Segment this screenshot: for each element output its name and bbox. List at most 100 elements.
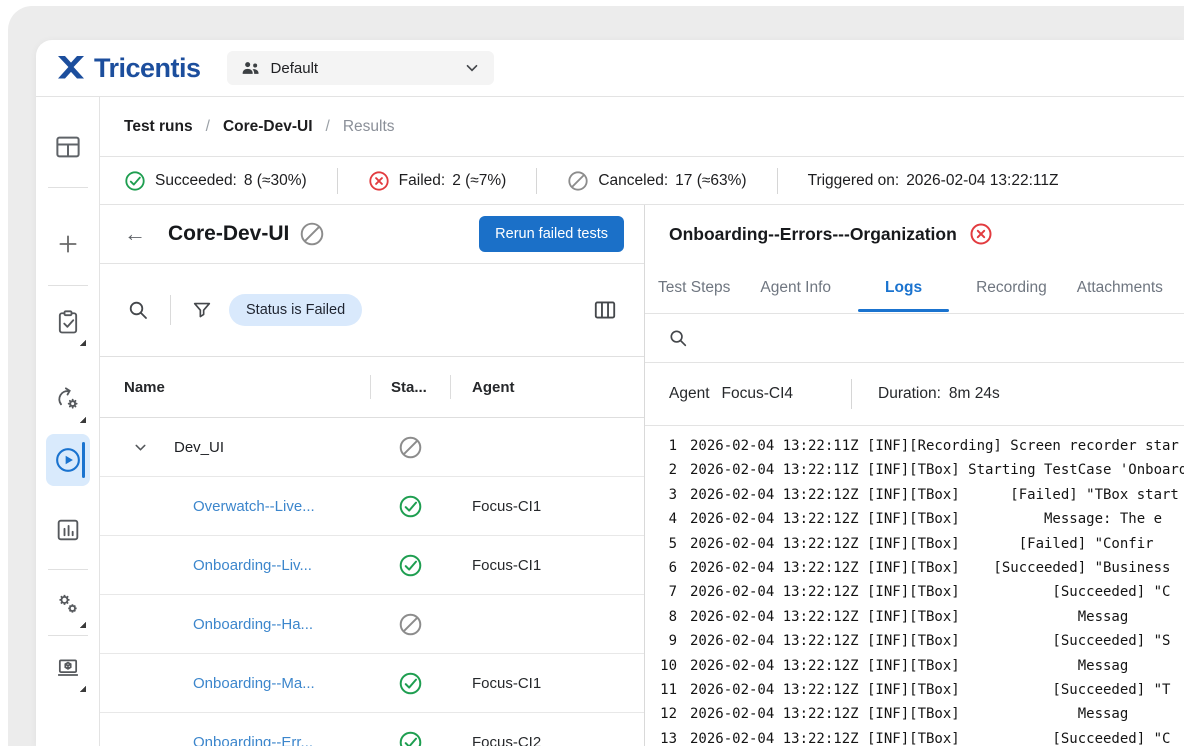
plus-icon — [55, 231, 81, 257]
log-line-text: 2026-02-04 13:22:12Z [INF][TBox] [Failed… — [690, 483, 1179, 507]
rp-tabs: Test Steps Agent Info Logs Recording Attachm… — [645, 263, 1184, 314]
flyout-corner — [79, 685, 86, 692]
breadcrumb-results: Results — [343, 118, 395, 136]
log-line: 3 2026-02-04 13:22:12Z [INF][TBox] [Faile… — [655, 483, 1184, 507]
sidebar-divider — [48, 635, 88, 636]
tab-agent-info[interactable]: Agent Info — [760, 279, 831, 297]
toolbar-divider — [170, 295, 171, 325]
filter-icon[interactable] — [191, 299, 213, 321]
triggered-value: 2026-02-04 13:22:11Z — [906, 172, 1058, 190]
sidebar-divider — [48, 569, 88, 570]
sidebar-item-dashboard[interactable] — [46, 129, 90, 165]
log-line-text: 2026-02-04 13:22:12Z [INF][TBox] Message… — [690, 507, 1162, 531]
back-button[interactable]: ← — [124, 223, 146, 245]
table-row[interactable]: Onboarding--Liv...Focus-CI1 — [100, 536, 644, 595]
status-cell — [371, 435, 451, 460]
flyout-corner — [79, 621, 86, 628]
filter-chip-status-failed[interactable]: Status is Failed — [229, 294, 362, 326]
status-divider — [337, 168, 338, 194]
test-case-link[interactable]: Onboarding--Err... — [193, 734, 313, 746]
column-header-status[interactable]: Sta... — [371, 379, 450, 396]
table-row[interactable]: Onboarding--Ma...Focus-CI1 — [100, 654, 644, 713]
chevron-down-icon[interactable] — [133, 440, 148, 455]
log-line-text: 2026-02-04 13:22:12Z [INF][TBox] [Succee… — [690, 556, 1170, 580]
table-row[interactable]: Onboarding--Err...Focus-CI2 — [100, 713, 644, 746]
agent-label: Agent — [669, 385, 710, 403]
log-line: 72026-02-04 13:22:12Z [INF][TBox] [Succe… — [655, 580, 1184, 604]
log-line-number: 2 — [655, 458, 677, 482]
column-header-name[interactable]: Name — [100, 379, 370, 396]
breadcrumb-run-name[interactable]: Core-Dev-UI — [223, 118, 313, 136]
sidebar-item-environments[interactable] — [46, 650, 90, 686]
succeeded-icon — [124, 170, 146, 192]
triggered-label: Triggered on: — [808, 172, 900, 190]
log-line: 102026-02-04 13:22:12Z [INF][TBox] Messa… — [655, 654, 1184, 678]
rerun-failed-tests-button[interactable]: Rerun failed tests — [479, 216, 624, 252]
play-circle-icon — [54, 446, 82, 474]
results-table-body: Dev_UI Overwatch--Live... Focus-CI1 Onboard… — [100, 418, 644, 746]
log-viewer[interactable]: 12026-02-04 13:22:11Z [INF][Recording] S… — [645, 426, 1184, 746]
triggered-stat: Triggered on: 2026-02-04 13:22:11Z — [808, 172, 1059, 190]
log-line-number: 12 — [655, 702, 677, 726]
succeeded-icon — [398, 494, 423, 519]
log-line-text: 2026-02-04 13:22:11Z [INF][TBox] Startin… — [690, 458, 1184, 482]
canceled-stat: Canceled: 17 (≈63%) — [567, 170, 746, 192]
run-status-bar: Succeeded: 8 (≈30%) Failed: 2 (≈7%) Canc… — [100, 157, 1184, 205]
sidebar — [36, 97, 100, 746]
test-title: Onboarding--Errors---Organization — [669, 224, 957, 245]
tab-test-steps[interactable]: Test Steps — [658, 279, 730, 297]
log-line-number: 1 — [655, 434, 677, 458]
log-line-number: 3 — [655, 483, 677, 507]
sidebar-item-add[interactable] — [46, 226, 90, 262]
columns-button[interactable] — [592, 297, 618, 323]
failed-icon — [969, 222, 993, 246]
column-header-agent[interactable]: Agent — [451, 379, 515, 396]
failed-stat: Failed: 2 (≈7%) — [368, 170, 507, 192]
name-cell: Onboarding--Ha... — [100, 616, 371, 633]
status-cell — [371, 494, 451, 519]
brand-name: Tricentis — [94, 53, 201, 84]
bar-chart-icon — [54, 516, 82, 544]
expand-chevron[interactable] — [133, 440, 148, 455]
agent-cell: Focus-CI1 — [451, 498, 644, 515]
log-line: 112026-02-04 13:22:12Z [INF][TBox] [Succ… — [655, 678, 1184, 702]
workspace-selector[interactable]: Default — [227, 51, 494, 85]
canceled-value: 17 (≈63%) — [675, 172, 746, 190]
canceled-icon — [299, 221, 325, 247]
log-line-number: 11 — [655, 678, 677, 702]
test-case-link[interactable]: Onboarding--Ha... — [193, 616, 313, 633]
name-cell: Overwatch--Live... — [100, 498, 371, 515]
search-icon[interactable] — [126, 298, 150, 322]
test-case-link[interactable]: Onboarding--Liv... — [193, 557, 312, 574]
sidebar-item-execution[interactable] — [46, 381, 90, 417]
log-line: 12 2026-02-04 13:22:12Z [INF][TBox] Messa… — [655, 702, 1184, 726]
tab-attachments[interactable]: Attachments — [1077, 279, 1163, 297]
tab-logs[interactable]: Logs — [885, 279, 922, 297]
log-line-number: 4 — [655, 507, 677, 531]
succeeded-icon — [398, 671, 423, 696]
test-case-link[interactable]: Overwatch--Live... — [193, 498, 315, 515]
log-line-text: 2026-02-04 13:22:12Z [INF][TBox] Messag — [690, 605, 1128, 629]
top-bar: Tricentis Default — [36, 40, 1184, 97]
search-icon — [667, 327, 689, 349]
canceled-label: Canceled: — [598, 172, 668, 190]
sidebar-item-test-cases[interactable] — [46, 304, 90, 340]
sidebar-item-test-runs[interactable] — [46, 434, 90, 486]
tab-recording[interactable]: Recording — [976, 279, 1047, 297]
log-search[interactable] — [645, 314, 1184, 363]
table-header: Name Sta... Agent — [100, 357, 644, 418]
name-cell: Onboarding--Err... — [100, 734, 371, 746]
succeeded-icon — [398, 730, 423, 746]
table-row[interactable]: Overwatch--Live... Focus-CI1 — [100, 477, 644, 536]
sidebar-item-settings[interactable] — [46, 586, 90, 622]
log-line-text: 2026-02-04 13:22:12Z [INF][TBox] Messag — [690, 702, 1128, 726]
canceled-icon — [398, 612, 423, 637]
table-row[interactable]: Dev_UI — [100, 418, 644, 477]
test-case-link[interactable]: Onboarding--Ma... — [193, 675, 315, 692]
columns-icon — [592, 297, 618, 323]
table-row[interactable]: Onboarding--Ha... — [100, 595, 644, 654]
breadcrumb-test-runs[interactable]: Test runs — [124, 118, 193, 136]
duration-label: Duration: — [878, 385, 941, 403]
status-divider — [777, 168, 778, 194]
sidebar-item-reports[interactable] — [46, 512, 90, 548]
